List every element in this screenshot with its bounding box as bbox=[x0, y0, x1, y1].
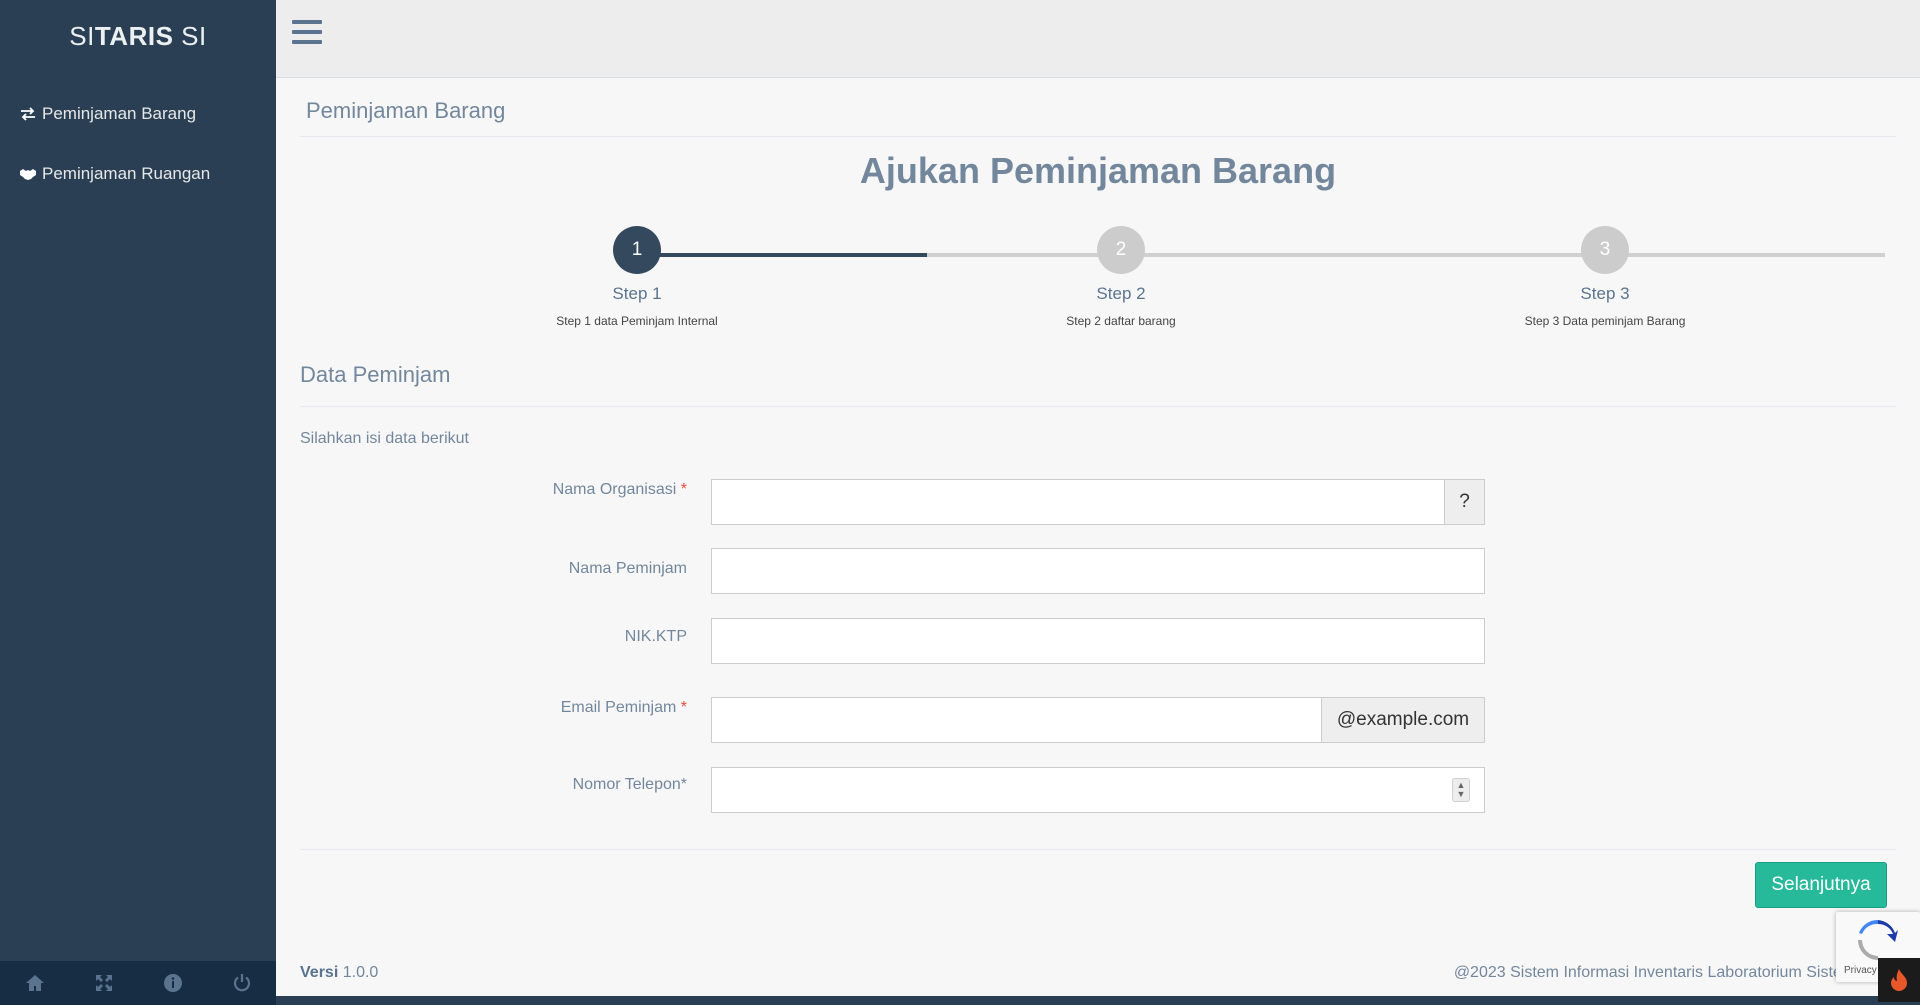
step-2[interactable]: 2 Step 2 Step 2 daftar barang bbox=[991, 226, 1251, 328]
brand-suffix: SI bbox=[173, 20, 207, 51]
brand-bold: TARIS bbox=[94, 20, 174, 51]
step-label: Step 3 bbox=[1580, 284, 1630, 303]
info-icon[interactable] bbox=[138, 961, 207, 1005]
sidebar-menu: Peminjaman Barang Peminjaman Ruangan bbox=[0, 84, 276, 204]
version-label: Versi bbox=[300, 964, 339, 981]
version-info: Versi 1.0.0 bbox=[300, 964, 378, 982]
section-title: Data Peminjam bbox=[300, 362, 451, 387]
nama-peminjam-field[interactable] bbox=[711, 548, 1485, 594]
nama-peminjam-input[interactable] bbox=[712, 549, 1484, 593]
recaptcha-icon bbox=[1858, 920, 1898, 960]
fullscreen-icon[interactable] bbox=[69, 961, 138, 1005]
step-number: 2 bbox=[1097, 226, 1145, 274]
site-title[interactable]: SI TARIS SI bbox=[0, 0, 276, 72]
nomor-telepon-field[interactable]: ▲ ▼ bbox=[711, 767, 1485, 813]
form-row-peminjam: Nama Peminjam bbox=[276, 548, 1920, 594]
step-description: Step 1 data Peminjam Internal bbox=[556, 314, 718, 328]
form-row-telepon: Nomor Telepon* ▲ ▼ bbox=[276, 767, 1920, 813]
required-mark: * bbox=[680, 699, 687, 716]
sidebar-item-label: Peminjaman Barang bbox=[42, 104, 197, 123]
brand-prefix: SI bbox=[69, 20, 95, 51]
footer: Versi 1.0.0 @2023 Sistem Informasi Inven… bbox=[276, 958, 1920, 996]
nomor-telepon-input[interactable] bbox=[712, 768, 1484, 812]
number-spinner-icon[interactable]: ▲ ▼ bbox=[1452, 778, 1470, 802]
field-label: Nama Organisasi * bbox=[276, 481, 687, 499]
email-peminjam-input[interactable] bbox=[712, 698, 1321, 742]
label-text: Email Peminjam bbox=[560, 699, 677, 716]
sidebar-item-peminjaman-ruangan[interactable]: Peminjaman Ruangan bbox=[0, 144, 276, 204]
wizard-title: Ajukan Peminjaman Barang bbox=[859, 150, 1337, 191]
recaptcha-privacy-link[interactable]: Privacy bbox=[1844, 965, 1877, 976]
page-title: Peminjaman Barang bbox=[306, 98, 506, 123]
next-button[interactable]: Selanjutnya bbox=[1755, 862, 1887, 908]
sidebar-item-peminjaman-barang[interactable]: Peminjaman Barang bbox=[0, 84, 276, 144]
field-label: Nomor Telepon* bbox=[572, 776, 687, 793]
nama-organisasi-field[interactable] bbox=[711, 479, 1445, 525]
label-text: Nama Organisasi bbox=[552, 481, 677, 498]
required-mark: * bbox=[680, 481, 687, 498]
field-label: NIK.KTP bbox=[624, 628, 687, 645]
wizard-steps: 1 Step 1 Step 1 data Peminjam Internal 2… bbox=[276, 226, 1920, 336]
step-1[interactable]: 1 Step 1 Step 1 data Peminjam Internal bbox=[507, 226, 767, 328]
divider bbox=[300, 849, 1896, 850]
field-label: Email Peminjam * bbox=[276, 699, 687, 717]
form-intro: Silahkan isi data berikut bbox=[300, 430, 469, 447]
main-content: Peminjaman Barang Ajukan Peminjaman Bara… bbox=[276, 78, 1920, 996]
exchange-icon bbox=[18, 107, 38, 121]
nik-ktp-input[interactable] bbox=[712, 619, 1484, 663]
step-number: 1 bbox=[613, 226, 661, 274]
divider bbox=[300, 136, 1896, 137]
handshake-icon bbox=[18, 167, 38, 181]
email-peminjam-field[interactable] bbox=[711, 697, 1322, 743]
sidebar: SI TARIS SI Peminjaman Barang Peminjaman … bbox=[0, 0, 276, 1005]
help-button[interactable]: ? bbox=[1444, 479, 1485, 525]
sidebar-footer bbox=[0, 961, 276, 1005]
step-number: 3 bbox=[1581, 226, 1629, 274]
divider bbox=[300, 406, 1896, 407]
top-navbar bbox=[276, 0, 1920, 78]
menu-toggle-icon[interactable] bbox=[292, 20, 322, 48]
power-icon[interactable] bbox=[207, 961, 276, 1005]
flame-icon[interactable] bbox=[1878, 958, 1920, 1002]
step-label: Step 1 bbox=[612, 284, 662, 303]
sidebar-item-label: Peminjaman Ruangan bbox=[42, 164, 211, 183]
step-description: Step 2 daftar barang bbox=[1066, 314, 1176, 328]
email-domain-addon: @example.com bbox=[1321, 697, 1485, 743]
nama-organisasi-input[interactable] bbox=[712, 480, 1444, 524]
home-icon[interactable] bbox=[0, 961, 69, 1005]
step-label: Step 2 bbox=[1096, 284, 1146, 303]
form-row-email: Email Peminjam * @example.com bbox=[276, 697, 1920, 743]
step-description: Step 3 Data peminjam Barang bbox=[1524, 314, 1686, 328]
copyright: @2023 Sistem Informasi Inventaris Labora… bbox=[1453, 964, 1864, 981]
step-3[interactable]: 3 Step 3 Step 3 Data peminjam Barang bbox=[1475, 226, 1735, 328]
form-row-organisasi: Nama Organisasi * ? bbox=[276, 479, 1920, 525]
version-value: 1.0.0 bbox=[342, 964, 379, 981]
field-label: Nama Peminjam bbox=[568, 560, 687, 577]
form-row-nik: NIK.KTP bbox=[276, 618, 1920, 664]
nik-ktp-field[interactable] bbox=[711, 618, 1485, 664]
